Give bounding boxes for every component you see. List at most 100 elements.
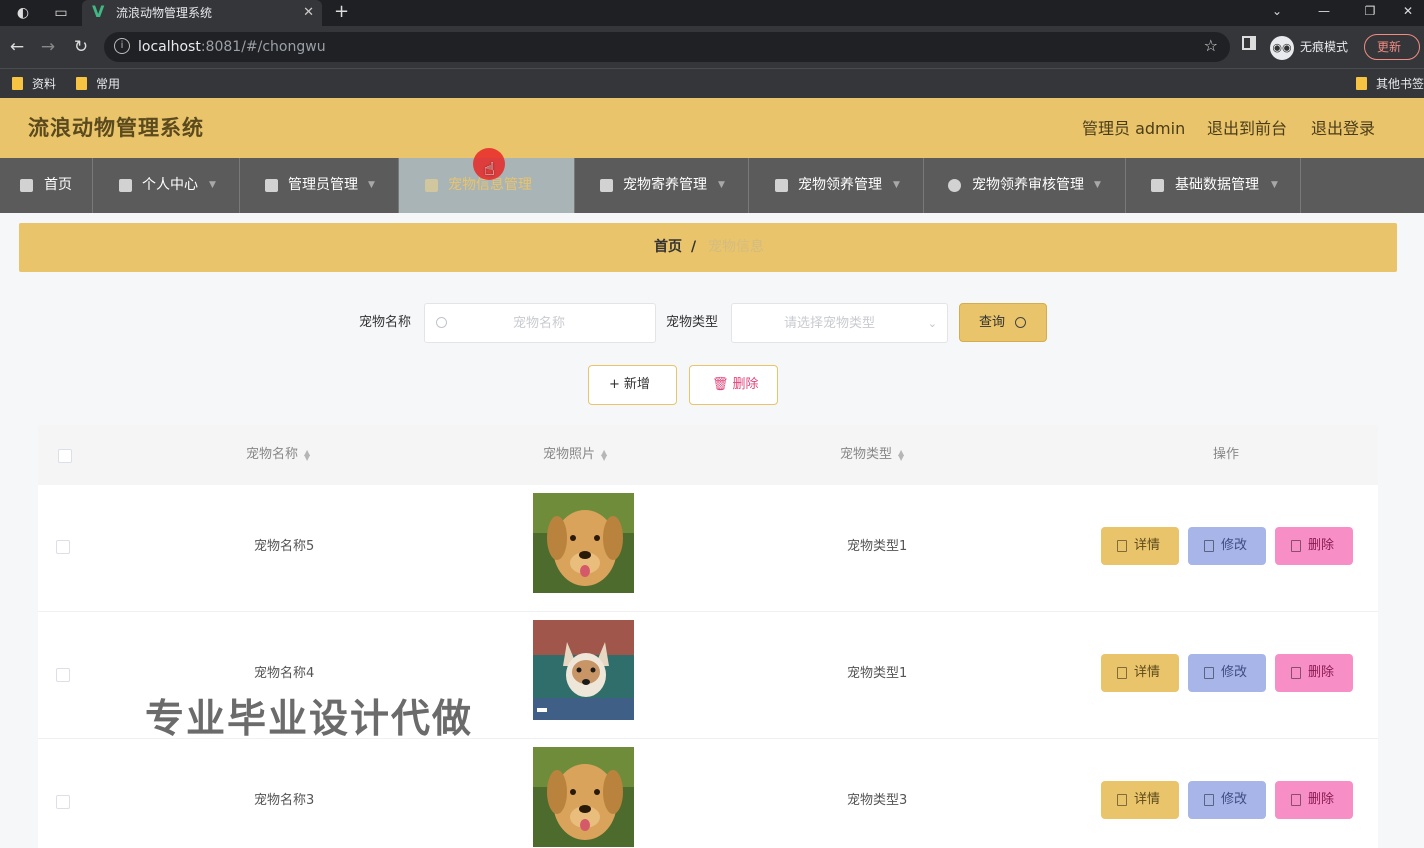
pin-icon: [600, 179, 613, 192]
delete-button[interactable]: 删除: [1275, 527, 1353, 565]
column-header-name[interactable]: 宠物名称 ▲ ▼: [246, 445, 312, 465]
info-icon[interactable]: i: [114, 38, 130, 54]
pet-photo[interactable]: [533, 493, 634, 593]
tab-search-icon[interactable]: ▭: [52, 4, 70, 22]
batch-delete-button[interactable]: 🗑 删除: [689, 365, 778, 405]
delete-label: 删除: [1308, 792, 1335, 807]
pet-name-cell: 宠物名称5: [254, 539, 315, 554]
forward-icon[interactable]: →: [37, 36, 59, 58]
delete-button[interactable]: 删除: [1275, 781, 1353, 819]
breadcrumb-home[interactable]: 首页: [654, 237, 682, 257]
detail-button[interactable]: 详情: [1101, 527, 1179, 565]
new-tab-icon[interactable]: +: [334, 2, 349, 22]
detail-button[interactable]: 详情: [1101, 654, 1179, 692]
edit-button[interactable]: 修改: [1188, 654, 1266, 692]
menu-label: 基础数据管理: [1175, 177, 1259, 193]
app-title: 流浪动物管理系统: [28, 116, 204, 140]
delete-label: 删除: [732, 377, 759, 392]
url-text: localhost:8081/#/chongwu: [138, 39, 326, 55]
add-button[interactable]: + 新增: [588, 365, 677, 405]
pet-table: 宠物名称 ▲ ▼ 宠物照片 ▲ ▼ 宠物类型 ▲ ▼ 操作 宠物名称5 宠物类型1 详情 修…: [38, 425, 1378, 848]
breadcrumb-separator: /: [691, 239, 697, 255]
url-input[interactable]: i localhost:8081/#/chongwu ☆: [104, 32, 1230, 62]
pet-photo[interactable]: [533, 747, 634, 847]
logout-link[interactable]: 退出登录: [1311, 118, 1375, 140]
back-icon[interactable]: ←: [6, 36, 28, 58]
minimize-icon[interactable]: —: [1314, 2, 1334, 20]
column-label: 宠物名称: [246, 447, 299, 462]
star-icon[interactable]: ☆: [1204, 36, 1218, 56]
plus-icon: +: [609, 377, 620, 392]
table-row: 宠物名称5 宠物类型1 详情 修改 删除: [38, 485, 1378, 612]
globe-icon[interactable]: ◐: [14, 4, 32, 22]
add-label: 新增: [623, 377, 650, 392]
bookmark-folder-other[interactable]: 其他书签: [1354, 74, 1424, 94]
menu-item-home[interactable]: 首页: [0, 158, 93, 213]
sort-icon[interactable]: ▲ ▼: [304, 448, 312, 461]
side-panel-icon[interactable]: [1242, 36, 1256, 50]
column-header-photo[interactable]: 宠物照片 ▲ ▼: [543, 445, 609, 465]
column-header-actions: 操作: [1213, 447, 1240, 462]
pet-type-cell: 宠物类型1: [847, 539, 908, 554]
restore-icon[interactable]: ❐: [1360, 2, 1380, 20]
row-checkbox[interactable]: [56, 795, 70, 809]
chevron-down-icon: ▼: [209, 180, 216, 190]
menu-item-admin[interactable]: 管理员管理 ▼: [240, 158, 399, 213]
menu-item-adoption-review[interactable]: 宠物领养审核管理 ▼: [924, 158, 1126, 213]
menu-item-basic-data[interactable]: 基础数据管理 ▼: [1126, 158, 1301, 213]
browser-tab[interactable]: V 流浪动物管理系统 ✕: [82, 0, 322, 26]
menu-label: 首页: [44, 177, 72, 193]
sort-icon[interactable]: ▲ ▼: [601, 448, 609, 461]
pet-type-label: 宠物类型: [666, 315, 719, 330]
trash-icon: 🗑: [712, 377, 729, 392]
document-icon: [1117, 667, 1127, 679]
address-bar: ← → ↻ i localhost:8081/#/chongwu ☆: [0, 26, 1424, 68]
menu-label: 宠物领养管理: [798, 177, 882, 193]
table-header: 宠物名称 ▲ ▼ 宠物照片 ▲ ▼ 宠物类型 ▲ ▼ 操作: [38, 425, 1378, 485]
search-icon: [436, 317, 447, 328]
pet-name-cell: 宠物名称4: [254, 666, 315, 681]
edit-icon: [1204, 794, 1214, 806]
edit-button[interactable]: 修改: [1188, 527, 1266, 565]
mail-icon: [1151, 179, 1164, 192]
window-close-icon[interactable]: ✕: [1398, 2, 1418, 20]
menu-item-adoption[interactable]: 宠物领养管理 ▼: [749, 158, 924, 213]
reload-icon[interactable]: ↻: [70, 36, 92, 58]
chevron-down-icon: ▼: [893, 180, 900, 190]
sort-icon[interactable]: ▲ ▼: [898, 448, 906, 461]
menu-item-profile[interactable]: 个人中心 ▼: [93, 158, 240, 213]
edit-icon: [1204, 540, 1214, 552]
trash-icon: [1291, 667, 1301, 679]
main-menu: 首页 个人中心 ▼ 管理员管理 ▼ 宠物信息管理 宠物寄养管理 ▼ 宠物领养管理…: [0, 158, 1424, 213]
document-icon: [1117, 540, 1127, 552]
query-button[interactable]: 查询: [959, 303, 1047, 342]
pet-photo[interactable]: [533, 620, 634, 720]
close-icon[interactable]: ✕: [303, 4, 314, 22]
pet-type-cell: 宠物类型1: [847, 666, 908, 681]
delete-button[interactable]: 删除: [1275, 654, 1353, 692]
menu-item-foster[interactable]: 宠物寄养管理 ▼: [575, 158, 749, 213]
search-icon: [1015, 317, 1026, 328]
pet-name-input[interactable]: 宠物名称: [424, 303, 656, 343]
chevron-down-icon[interactable]: ⌄: [1267, 2, 1287, 20]
edit-button[interactable]: 修改: [1188, 781, 1266, 819]
delete-label: 删除: [1308, 665, 1335, 680]
exit-front-link[interactable]: 退出到前台: [1207, 118, 1287, 140]
select-all-checkbox[interactable]: [58, 449, 72, 463]
row-checkbox[interactable]: [56, 668, 70, 682]
pet-type-placeholder: 请选择宠物类型: [784, 316, 876, 331]
chevron-down-icon: ▼: [718, 180, 725, 190]
column-header-type[interactable]: 宠物类型 ▲ ▼: [840, 445, 906, 465]
browser-tab-bar: ◐ ▭ V 流浪动物管理系统 ✕ + ⌄ — ❐ ✕: [0, 0, 1424, 26]
incognito-icon[interactable]: ◉◉: [1270, 36, 1294, 60]
browser-tab-title: 流浪动物管理系统: [116, 6, 213, 20]
vue-logo-icon: V: [92, 2, 105, 21]
update-button[interactable]: 更新: [1364, 34, 1420, 60]
pet-type-select[interactable]: 请选择宠物类型 ⌄: [731, 303, 948, 343]
detail-button[interactable]: 详情: [1101, 781, 1179, 819]
pet-name-cell: 宠物名称3: [254, 793, 315, 808]
bookmark-folder[interactable]: 常用: [74, 74, 120, 94]
row-checkbox[interactable]: [56, 540, 70, 554]
loading-icon: [948, 179, 961, 192]
bookmark-folder[interactable]: 资料: [10, 74, 56, 94]
